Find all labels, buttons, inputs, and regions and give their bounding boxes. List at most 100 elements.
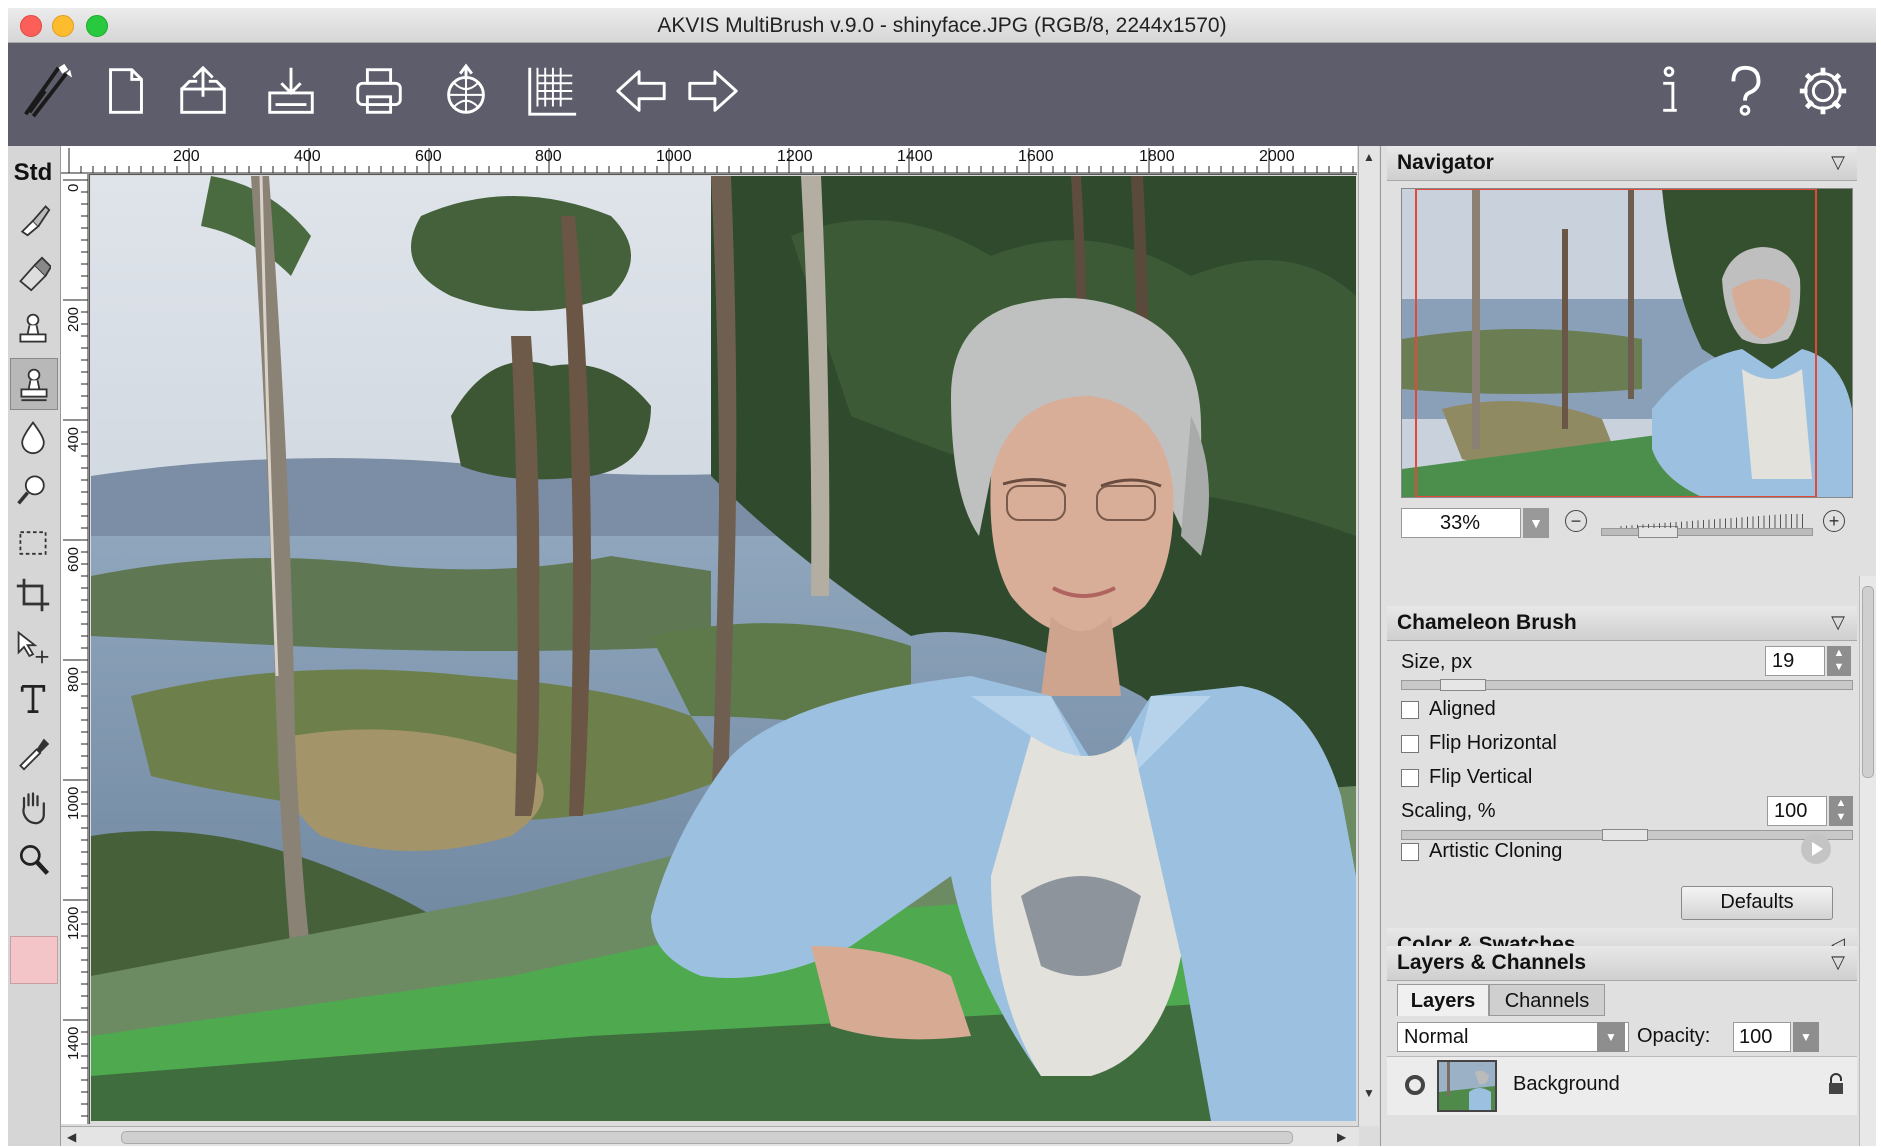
flip-horizontal-checkbox[interactable]: Flip Horizontal xyxy=(1401,732,1557,755)
crop-tool[interactable] xyxy=(10,570,56,620)
checkbox-box[interactable] xyxy=(1401,768,1419,787)
paint-brush-tool[interactable] xyxy=(10,194,56,244)
move-tool[interactable] xyxy=(10,622,56,672)
blend-mode-dropdown-chevron-icon[interactable]: ▼ xyxy=(1597,1022,1625,1052)
artistic-cloning-label: Artistic Cloning xyxy=(1429,840,1563,862)
layer-row[interactable]: Background xyxy=(1387,1056,1857,1115)
opacity-field[interactable]: 100 xyxy=(1733,1022,1791,1052)
opacity-dropdown-chevron-icon[interactable]: ▼ xyxy=(1793,1022,1819,1052)
layer-visibility-icon[interactable] xyxy=(1405,1075,1425,1095)
canvas-vertical-scrollbar[interactable]: ▲ ▼ xyxy=(1358,146,1379,1126)
redo-arrow-icon xyxy=(688,70,738,112)
checkbox-box[interactable] xyxy=(1401,842,1419,861)
ruler-label: 1000 xyxy=(656,148,692,165)
print-button[interactable] xyxy=(346,55,412,127)
title-bar: AKVIS MultiBrush v.9.0 - shinyface.JPG (… xyxy=(8,8,1876,43)
scroll-up-arrow-icon[interactable]: ▲ xyxy=(1363,150,1375,164)
hand-icon xyxy=(22,792,45,825)
scaling-stepper[interactable]: ▲ ▼ xyxy=(1829,796,1853,826)
chameleon-brush-icon xyxy=(20,368,48,402)
paint-brush-icon xyxy=(20,205,51,237)
crop-icon xyxy=(16,578,50,612)
ruler-label: 400 xyxy=(294,148,321,165)
zoom-tool[interactable] xyxy=(10,834,56,884)
zoom-in-button[interactable]: + xyxy=(1823,510,1845,532)
scaling-field[interactable]: 100 xyxy=(1767,796,1827,826)
size-label: Size, px xyxy=(1401,651,1473,673)
layers-channels-title: Layers & Channels xyxy=(1397,951,1587,974)
zoom-out-button[interactable]: − xyxy=(1565,510,1587,532)
size-field[interactable]: 19 xyxy=(1765,646,1825,676)
open-button[interactable] xyxy=(170,55,236,127)
clone-stamp-icon xyxy=(19,313,47,343)
checkbox-box[interactable] xyxy=(1401,700,1419,719)
brush-logo-icon xyxy=(12,55,78,127)
size-stepper[interactable]: ▲ ▼ xyxy=(1827,646,1851,676)
panel-scrollbar[interactable] xyxy=(1859,576,1876,1146)
undo-arrow-icon xyxy=(616,70,666,112)
color-swatch[interactable] xyxy=(10,936,58,984)
blend-mode-select[interactable]: Normal xyxy=(1397,1022,1629,1052)
checkbox-box[interactable] xyxy=(1401,734,1419,753)
collapse-triangle-icon[interactable]: ▽ xyxy=(1831,612,1845,633)
navigator-header[interactable]: Navigator ▽ xyxy=(1387,146,1857,181)
defaults-button[interactable]: Defaults xyxy=(1681,886,1833,920)
horizontal-ruler: 200 400 600 800 1000 1200 1400 1600 1800… xyxy=(61,146,1357,175)
info-icon xyxy=(1663,66,1677,112)
settings-button[interactable] xyxy=(1790,55,1856,127)
clone-stamp-tool[interactable] xyxy=(10,304,56,354)
selection-tool[interactable] xyxy=(10,518,56,568)
tab-layers[interactable]: Layers xyxy=(1397,984,1489,1016)
eraser-tool[interactable] xyxy=(10,249,56,299)
ruler-label: 600 xyxy=(65,546,82,572)
info-button[interactable] xyxy=(1636,55,1702,127)
smudge-tool[interactable] xyxy=(10,464,56,514)
std-mode-toggle[interactable]: Std xyxy=(10,148,56,198)
scroll-down-arrow-icon[interactable]: ▼ xyxy=(1363,1086,1375,1100)
layers-channels-header[interactable]: Layers & Channels ▽ xyxy=(1387,946,1857,981)
share-button[interactable] xyxy=(433,55,499,127)
ruler-icon xyxy=(528,67,577,116)
rulers-button[interactable] xyxy=(518,55,584,127)
size-slider[interactable] xyxy=(1401,679,1853,691)
eyedropper-tool[interactable] xyxy=(10,728,56,778)
scaling-slider-thumb[interactable] xyxy=(1602,829,1648,841)
panel-scroll-thumb[interactable] xyxy=(1862,586,1874,778)
undo-button[interactable] xyxy=(608,55,674,127)
play-icon xyxy=(1812,842,1823,856)
horizontal-scroll-thumb[interactable] xyxy=(121,1131,1293,1144)
ruler-label: 200 xyxy=(173,148,200,165)
play-button[interactable] xyxy=(1801,834,1831,864)
hand-tool[interactable] xyxy=(10,782,56,832)
redo-button[interactable] xyxy=(680,55,746,127)
tab-channels[interactable]: Channels xyxy=(1489,984,1605,1016)
text-tool[interactable] xyxy=(10,674,56,724)
scroll-right-arrow-icon[interactable]: ▶ xyxy=(1337,1130,1346,1144)
zoom-slider[interactable] xyxy=(1601,526,1813,538)
save-button[interactable] xyxy=(258,55,324,127)
rectangle-select-icon xyxy=(19,531,47,555)
flip-vertical-checkbox[interactable]: Flip Vertical xyxy=(1401,766,1532,789)
canvas-horizontal-scrollbar[interactable]: ◀ ▶ xyxy=(61,1126,1359,1146)
zoom-level-field[interactable]: 33% xyxy=(1401,508,1521,538)
right-panel: Navigator ▽ 33% ▼ − + Chameleon Brush ▽ … xyxy=(1380,146,1876,1146)
chameleon-brush-header[interactable]: Chameleon Brush ▽ xyxy=(1387,606,1857,641)
help-button[interactable] xyxy=(1712,55,1778,127)
aligned-checkbox[interactable]: Aligned xyxy=(1401,698,1496,721)
size-slider-thumb[interactable] xyxy=(1440,679,1486,691)
blur-tool[interactable] xyxy=(10,412,56,462)
scroll-left-arrow-icon[interactable]: ◀ xyxy=(67,1130,76,1144)
share-icon xyxy=(447,63,485,114)
ruler-label: 1200 xyxy=(777,148,813,165)
collapse-triangle-icon[interactable]: ▽ xyxy=(1831,152,1845,173)
navigator-preview[interactable] xyxy=(1401,188,1853,498)
chameleon-brush-tool[interactable] xyxy=(10,358,58,410)
new-document-button[interactable] xyxy=(93,55,159,127)
image-canvas[interactable] xyxy=(91,176,1356,1121)
settings-icon xyxy=(1799,67,1847,115)
collapse-triangle-icon[interactable]: ▽ xyxy=(1831,952,1845,973)
zoom-dropdown-chevron-icon[interactable]: ▼ xyxy=(1523,508,1549,538)
zoom-slider-ticks xyxy=(1620,514,1803,528)
artistic-cloning-checkbox[interactable]: Artistic Cloning xyxy=(1401,840,1562,863)
scaling-slider[interactable] xyxy=(1401,829,1853,841)
